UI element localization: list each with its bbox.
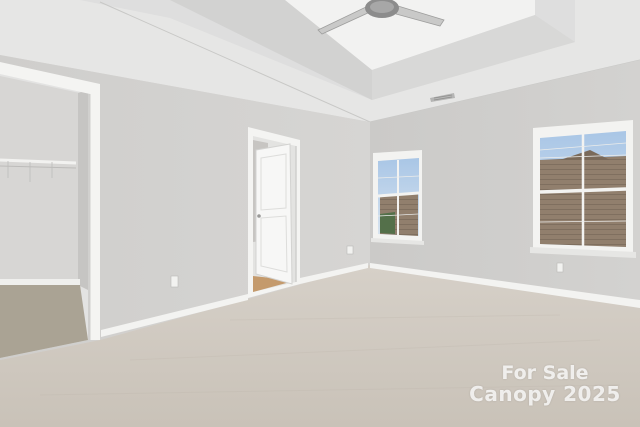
bedroom-photo: For Sale Canopy 2025 (0, 0, 640, 427)
hallway-doorway (248, 127, 300, 298)
walk-in-closet (0, 62, 100, 358)
interior-door (255, 143, 293, 285)
power-outlet-icon (556, 262, 564, 273)
room-illustration (0, 0, 640, 427)
window-large (530, 120, 636, 258)
door-knob-icon (257, 214, 261, 218)
power-outlet-icon (170, 275, 179, 288)
window-small (371, 150, 424, 245)
power-outlet-icon (346, 245, 354, 255)
